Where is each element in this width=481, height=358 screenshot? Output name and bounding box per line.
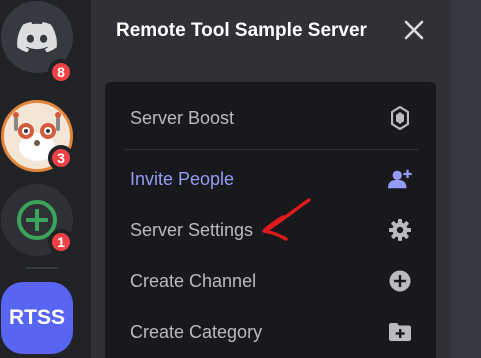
discord-logo-icon [17, 22, 57, 52]
menu-item-create-category[interactable]: Create Category [105, 307, 436, 357]
red-arrow-annotation [262, 198, 311, 241]
main-area-edge [450, 0, 481, 358]
menu-item-label: Invite People [130, 168, 235, 189]
server-name: Remote Tool Sample Server [116, 20, 367, 41]
plus-circle-icon [388, 269, 412, 293]
server-header[interactable]: Remote Tool Sample Server [91, 0, 450, 66]
menu-item-label: Server Settings [130, 219, 254, 240]
server-rail: 8 3 1 RTSS [0, 0, 91, 358]
channel-sidebar: Remote Tool Sample Server Server Boost I… [91, 0, 450, 358]
avatar-server-badge: 3 [48, 145, 74, 171]
menu-item-label: Create Category [130, 321, 263, 342]
add-person-icon [388, 167, 412, 191]
menu-item-create-channel[interactable]: Create Channel [105, 256, 436, 306]
menu-divider [123, 149, 418, 150]
gear-icon [388, 218, 412, 242]
rail-divider [26, 267, 58, 269]
boost-icon [388, 106, 412, 130]
menu-item-label: Server Boost [130, 107, 235, 128]
add-server-badge: 1 [48, 229, 74, 255]
menu-item-server-boost[interactable]: Server Boost [105, 93, 436, 143]
rtss-server-button[interactable]: RTSS [1, 282, 73, 354]
menu-item-label: Create Channel [130, 270, 257, 291]
folder-plus-icon [388, 320, 412, 344]
close-icon[interactable] [403, 19, 425, 41]
home-badge: 8 [48, 59, 74, 85]
